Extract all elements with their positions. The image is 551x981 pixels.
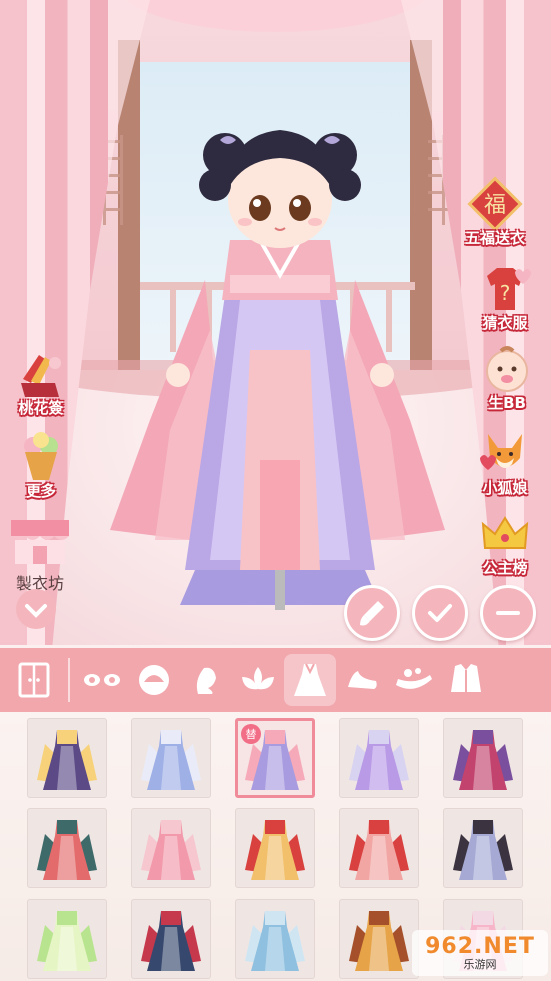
flower-menu-button[interactable] xyxy=(15,588,57,630)
item-badge: 替 xyxy=(241,724,261,744)
side-right-label-0: 五福送衣 xyxy=(464,229,525,247)
outfit-thumbnail-icon xyxy=(141,730,201,790)
tailor-shop-button[interactable]: 製衣坊 xyxy=(6,512,74,594)
peach-blossom-button[interactable]: 桃花簽 xyxy=(10,345,72,418)
category-shoes[interactable] xyxy=(336,654,388,706)
svg-text:福: 福 xyxy=(484,193,506,218)
ice-cream-icon xyxy=(10,428,72,486)
outfit-thumbnail-icon xyxy=(349,820,409,881)
category-face[interactable] xyxy=(180,654,232,706)
brush-button[interactable] xyxy=(344,585,400,641)
clothing-item[interactable] xyxy=(339,898,419,979)
clothing-item[interactable] xyxy=(131,808,211,889)
category-hair[interactable] xyxy=(128,654,180,706)
hair-icon xyxy=(139,665,169,695)
clothing-item[interactable] xyxy=(443,808,523,889)
clothing-item[interactable] xyxy=(235,808,315,889)
remove-button[interactable] xyxy=(480,585,536,641)
baby-icon xyxy=(476,340,538,398)
outfit-thumbnail-icon xyxy=(37,910,97,971)
flower-chevron-icon xyxy=(16,589,56,629)
baby-button[interactable]: 生BB xyxy=(476,340,538,413)
jacket-icon xyxy=(451,664,481,692)
side-left-label-0: 桃花簽 xyxy=(18,399,64,417)
princess-ranking-button[interactable]: 公主榜 xyxy=(474,505,536,578)
category-lotus[interactable] xyxy=(232,654,284,706)
guess-clothes-button[interactable]: ? 猜衣服 xyxy=(474,260,536,333)
clothing-item[interactable] xyxy=(27,718,107,798)
side-right-label-1: 猜衣服 xyxy=(482,314,528,332)
face-icon xyxy=(196,667,216,694)
outfit-thumbnail-icon xyxy=(453,820,513,881)
category-dress[interactable] xyxy=(284,654,336,706)
fox-icon xyxy=(474,425,536,483)
fu-blessing-button[interactable]: 福 五福送衣 xyxy=(464,175,526,248)
guess-shirt-icon: ? xyxy=(474,260,536,318)
outfit-thumbnail-icon xyxy=(141,820,201,881)
dressing-room-scene xyxy=(0,0,551,645)
clothing-item[interactable] xyxy=(27,808,107,889)
clothing-item[interactable] xyxy=(339,808,419,889)
outfit-thumbnail-icon xyxy=(453,730,513,790)
clothing-item[interactable] xyxy=(131,718,211,798)
side-right-label-4: 公主榜 xyxy=(482,559,528,577)
outfit-thumbnail-icon xyxy=(349,730,409,790)
minus-icon xyxy=(496,611,520,615)
category-accessory[interactable] xyxy=(388,654,440,706)
outfit-thumbnail-icon xyxy=(37,820,97,881)
check-icon xyxy=(428,604,452,622)
wardrobe-icon xyxy=(18,662,50,698)
peach-blossom-sticks-icon xyxy=(10,345,72,403)
category-eyes[interactable] xyxy=(76,654,128,706)
clothing-item[interactable] xyxy=(131,898,211,979)
category-bar xyxy=(0,648,551,712)
clothing-item[interactable]: 替 xyxy=(235,718,315,798)
outfit-thumbnail-icon xyxy=(37,730,97,790)
confirm-button[interactable] xyxy=(412,585,468,641)
outfit-thumbnail-icon xyxy=(245,820,305,881)
doll-character xyxy=(110,130,445,610)
category-outerwear[interactable] xyxy=(440,654,492,706)
fox-girl-button[interactable]: 小狐娘 xyxy=(474,425,536,498)
category-wardrobe[interactable] xyxy=(0,658,70,702)
svg-text:?: ? xyxy=(500,281,511,305)
clothing-item[interactable] xyxy=(339,718,419,798)
site-watermark: 962.NET 乐游网 xyxy=(412,930,548,976)
hand-item-icon xyxy=(396,668,432,689)
side-right-label-3: 小狐娘 xyxy=(482,479,528,497)
fu-blessing-icon: 福 xyxy=(464,175,526,233)
side-right-label-2: 生BB xyxy=(488,394,526,412)
lotus-icon xyxy=(242,667,274,690)
outfit-thumbnail-icon xyxy=(245,910,305,971)
shoe-icon xyxy=(348,671,377,689)
clothing-item[interactable] xyxy=(27,898,107,979)
dress-icon xyxy=(294,663,326,696)
eyes-icon xyxy=(84,674,120,686)
crown-icon xyxy=(474,505,536,563)
watermark-sub: 乐游网 xyxy=(463,958,497,971)
clothing-item[interactable] xyxy=(235,898,315,979)
outfit-thumbnail-icon xyxy=(141,910,201,971)
more-button[interactable]: 更多 xyxy=(10,428,72,501)
outfit-thumbnail-icon xyxy=(349,910,409,971)
side-left-label-1: 更多 xyxy=(25,482,56,500)
clothing-item[interactable] xyxy=(443,718,523,798)
brush-icon xyxy=(360,601,384,626)
tailor-shop-icon xyxy=(6,512,74,570)
